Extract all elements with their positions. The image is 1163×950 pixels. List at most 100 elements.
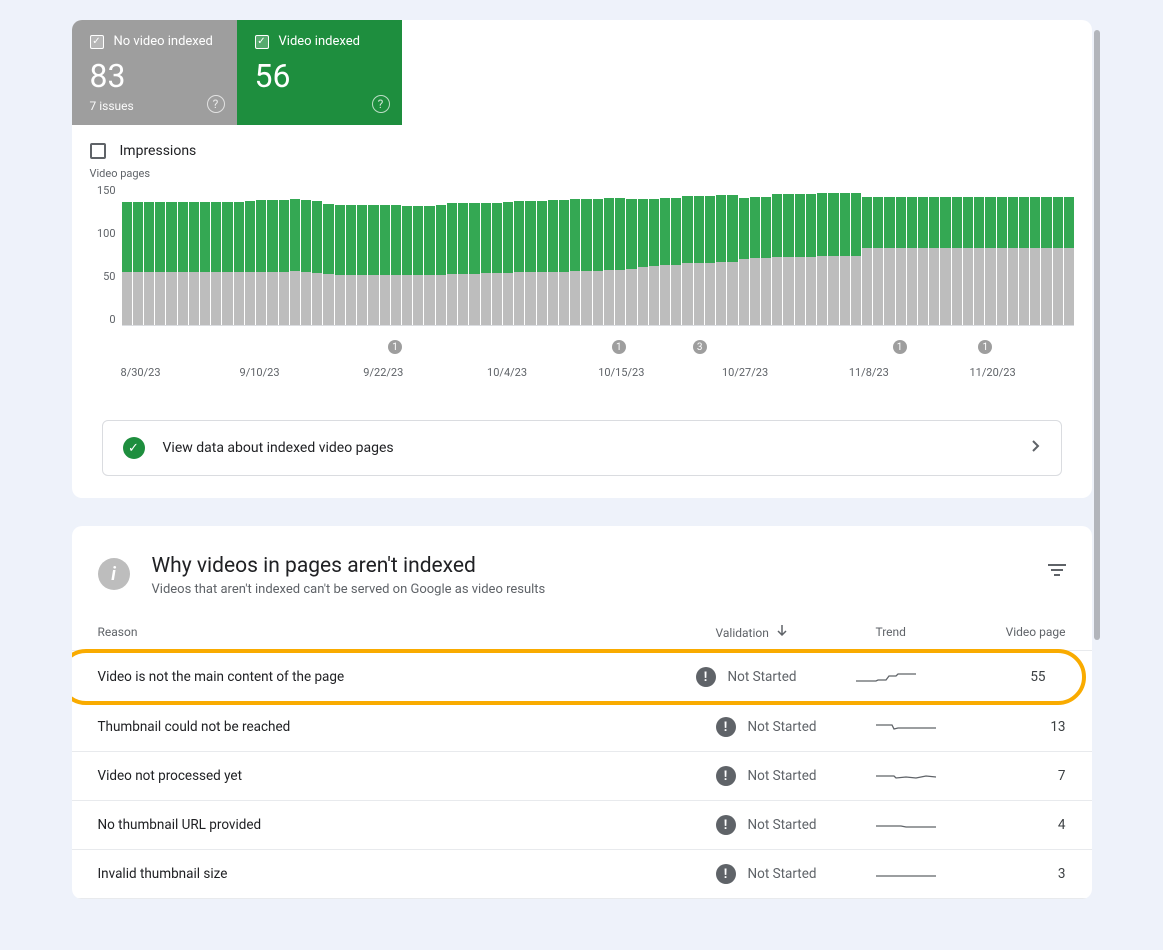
chart-bar[interactable] [346,184,356,325]
chart-bar[interactable] [626,184,636,325]
chart-bar[interactable] [380,184,390,325]
col-header-validation[interactable]: Validation [716,625,876,640]
event-badge[interactable]: 1 [612,340,626,354]
chart-bar[interactable] [122,184,132,325]
chart-bar[interactable] [155,184,165,325]
chart-bar[interactable] [222,184,232,325]
chart-bar[interactable] [323,184,333,325]
chart-bar[interactable] [828,184,838,325]
chart-bar[interactable] [896,184,906,325]
chart-bar[interactable] [985,184,995,325]
chart-bar[interactable] [1064,184,1074,325]
chart-bar[interactable] [615,184,625,325]
chart-bar[interactable] [368,184,378,325]
chart-bar[interactable] [402,184,412,325]
chart-bar[interactable] [481,184,491,325]
chart-bar[interactable] [682,184,692,325]
chart-bar[interactable] [660,184,670,325]
chart-bar[interactable] [593,184,603,325]
chart-bar[interactable] [279,184,289,325]
chart-bar[interactable] [200,184,210,325]
chart-bar[interactable] [997,184,1007,325]
chart-bar[interactable] [492,184,502,325]
chart-bar[interactable] [301,184,311,325]
chart-bar[interactable] [256,184,266,325]
chart-bar[interactable] [940,184,950,325]
filter-icon[interactable] [1048,554,1066,580]
chart-bar[interactable] [525,184,535,325]
chart-bar[interactable] [537,184,547,325]
table-row[interactable]: Video not processed yet!Not Started7 [72,752,1092,801]
chart-bar[interactable] [761,184,771,325]
chart-bar[interactable] [727,184,737,325]
chart-bar[interactable] [772,184,782,325]
chart-bar[interactable] [739,184,749,325]
chart-bar[interactable] [806,184,816,325]
impressions-checkbox[interactable] [90,143,106,159]
chart-bar[interactable] [548,184,558,325]
chart-bar[interactable] [335,184,345,325]
help-icon[interactable]: ? [372,95,390,113]
chart-bar[interactable] [907,184,917,325]
no-video-indexed-card[interactable]: ✓ No video indexed 83 7 issues ? [72,20,237,125]
chart-bar[interactable] [357,184,367,325]
chart-bar[interactable] [133,184,143,325]
chart-bar[interactable] [144,184,154,325]
chart-bar[interactable] [862,184,872,325]
checkbox-checked-icon[interactable]: ✓ [255,35,269,49]
chart-bar[interactable] [1053,184,1063,325]
chart-bar[interactable] [1008,184,1018,325]
chart-bar[interactable] [918,184,928,325]
help-icon[interactable]: ? [207,95,225,113]
chart-bar[interactable] [884,184,894,325]
chart-bar[interactable] [705,184,715,325]
chart-bar[interactable] [267,184,277,325]
chart-bar[interactable] [211,184,221,325]
table-row[interactable]: Invalid thumbnail size!Not Started3 [72,850,1092,899]
chart-bar[interactable] [694,184,704,325]
chart-bar[interactable] [469,184,479,325]
chart-bar[interactable] [873,184,883,325]
chart-bar[interactable] [929,184,939,325]
chart-bar[interactable] [245,184,255,325]
chart-bar[interactable] [447,184,457,325]
chart-bar[interactable] [952,184,962,325]
chart-bar[interactable] [795,184,805,325]
chart-bar[interactable] [424,184,434,325]
chart-bar[interactable] [783,184,793,325]
chart-bar[interactable] [189,184,199,325]
chart-bar[interactable] [851,184,861,325]
chart-bar[interactable] [1019,184,1029,325]
table-row[interactable]: Thumbnail could not be reached!Not Start… [72,703,1092,752]
event-badge[interactable]: 1 [893,340,907,354]
chart-bar[interactable] [234,184,244,325]
chart-bar[interactable] [559,184,569,325]
chart-bar[interactable] [671,184,681,325]
chart-bar[interactable] [503,184,513,325]
chart-bar[interactable] [963,184,973,325]
table-row[interactable]: Video is not the main content of the pag… [72,653,1082,701]
chart-bar[interactable] [1041,184,1051,325]
view-indexed-data-link[interactable]: ✓ View data about indexed video pages [102,420,1062,476]
chart-bar[interactable] [458,184,468,325]
chart-bar[interactable] [638,184,648,325]
table-row[interactable]: No thumbnail URL provided!Not Started4 [72,801,1092,850]
chart-bar[interactable] [750,184,760,325]
chart-bar[interactable] [817,184,827,325]
chart-bar[interactable] [436,184,446,325]
chart-bar[interactable] [581,184,591,325]
chart-bar[interactable] [178,184,188,325]
chart-bar[interactable] [413,184,423,325]
scrollbar[interactable] [1092,30,1102,950]
chart-bars[interactable] [122,184,1074,326]
event-badge[interactable]: 1 [978,340,992,354]
chart-bar[interactable] [290,184,300,325]
chart-bar[interactable] [974,184,984,325]
chart-bar[interactable] [166,184,176,325]
chart-bar[interactable] [604,184,614,325]
chart-bar[interactable] [391,184,401,325]
chart-bar[interactable] [570,184,580,325]
chart-bar[interactable] [1030,184,1040,325]
chart-bar[interactable] [649,184,659,325]
checkbox-checked-icon[interactable]: ✓ [90,35,104,49]
